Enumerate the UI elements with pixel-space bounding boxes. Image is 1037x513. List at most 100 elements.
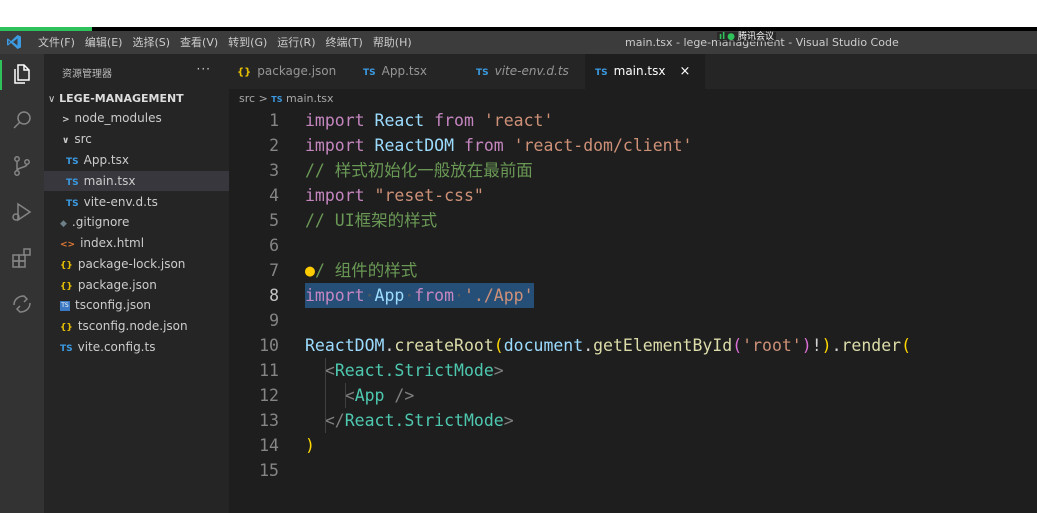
tab-vite-env[interactable]: TS vite-env.d.ts: [476, 54, 588, 89]
line-number: 9: [269, 311, 279, 330]
menu-terminal[interactable]: 终端(T): [326, 31, 363, 54]
screen-top-band: [0, 0, 1037, 27]
tree-item-label: vite.config.ts: [77, 340, 156, 354]
indent-guide: [345, 383, 346, 408]
tab-package-json[interactable]: {} package.json: [237, 54, 352, 89]
title-bar: 文件(F) 编辑(E) 选择(S) 查看(V) 转到(G) 运行(R) 终端(T…: [0, 31, 1037, 54]
line-number: 6: [269, 236, 279, 255]
tab-label: App.tsx: [381, 64, 427, 78]
code-line: // 样式初始化一般放在最前面: [305, 161, 533, 180]
remote-icon[interactable]: [10, 292, 34, 316]
indent-guide: [325, 358, 326, 433]
tree-item-label: package-lock.json: [77, 257, 186, 271]
html-file-icon: <>: [60, 240, 76, 250]
typescript-file-icon: TS: [271, 95, 283, 104]
tree-item-label: .gitignore: [71, 215, 130, 229]
menu-selection[interactable]: 选择(S): [132, 31, 170, 54]
tree-item-gitignore[interactable]: ◆ .gitignore: [44, 212, 229, 232]
tree-item-label: src: [74, 132, 92, 146]
json-file-icon: {}: [60, 323, 73, 333]
editor-area: {} package.json TS App.tsx TS vite-env.d.ts…: [229, 54, 1037, 513]
source-control-icon[interactable]: [10, 154, 34, 178]
tree-item-index-html[interactable]: <> index.html: [44, 233, 229, 253]
tab-app-tsx[interactable]: TS App.tsx: [363, 54, 473, 89]
explorer-icon[interactable]: [10, 62, 34, 86]
tree-item-tsconfig[interactable]: TS tsconfig.json: [44, 295, 229, 315]
typescript-file-icon: TS: [66, 157, 79, 167]
breadcrumb-file[interactable]: main.tsx: [286, 92, 334, 105]
git-file-icon: ◆: [60, 219, 67, 229]
status-dot-icon: ●: [727, 32, 736, 42]
tree-item-label: main.tsx: [83, 174, 136, 188]
tree-item-package-lock[interactable]: {} package-lock.json: [44, 254, 229, 274]
tree-item-label: tsconfig.json: [75, 298, 152, 312]
code-line: <React.StrictMode>: [324, 361, 504, 380]
typescript-file-icon: TS: [66, 178, 79, 188]
extensions-icon[interactable]: [10, 246, 34, 270]
active-view-indicator: [0, 60, 2, 90]
code-line: ReactDOM.createRoot(document.getElementB…: [305, 336, 912, 355]
tree-item-app-tsx[interactable]: TS App.tsx: [44, 150, 229, 170]
code-line: ): [305, 436, 315, 455]
meeting-label: 腾讯会议: [738, 32, 775, 42]
typescript-file-icon: TS: [66, 199, 79, 209]
json-file-icon: {}: [237, 67, 252, 78]
code-line: <App />: [344, 386, 415, 405]
tree-item-label: App.tsx: [83, 153, 129, 167]
run-debug-icon[interactable]: [10, 200, 34, 224]
menu-file[interactable]: 文件(F): [38, 31, 75, 54]
tree-item-main-tsx[interactable]: TS main.tsx: [44, 171, 229, 191]
code-line: import "reset-css": [305, 186, 484, 205]
tab-label: main.tsx: [613, 64, 666, 78]
project-root-label: LEGE-MANAGEMENT: [59, 92, 184, 105]
signal-icon: ıl: [719, 32, 726, 42]
lightbulb-icon[interactable]: ●: [305, 261, 315, 280]
json-file-icon: {}: [60, 282, 73, 292]
line-number: 15: [259, 461, 279, 480]
menu-help[interactable]: 帮助(H): [373, 31, 412, 54]
tree-item-label: vite-env.d.ts: [83, 195, 158, 209]
code-line: import React from 'react': [305, 111, 554, 130]
tree-item-label: node_modules: [74, 111, 162, 125]
tree-item-package-json[interactable]: {} package.json: [44, 275, 229, 295]
code-line: // UI框架的样式: [305, 211, 438, 230]
tree-item-vite-env[interactable]: TS vite-env.d.ts: [44, 192, 229, 212]
search-icon[interactable]: [10, 108, 34, 132]
chevron-down-icon: ∨: [62, 136, 70, 146]
tree-item-vite-config[interactable]: TS vite.config.ts: [44, 337, 229, 357]
tree-item-label: tsconfig.node.json: [77, 319, 188, 333]
tab-label: vite-env.d.ts: [494, 64, 569, 78]
explorer-sidebar: 资源管理器 ··· ∨ LEGE-MANAGEMENT > node_module…: [44, 54, 229, 513]
tab-label: package.json: [257, 64, 337, 78]
breadcrumb-separator: >: [258, 92, 268, 105]
chevron-right-icon: >: [62, 115, 70, 125]
vscode-logo-icon: [6, 34, 24, 51]
typescript-file-icon: TS: [595, 68, 608, 78]
tab-bar: {} package.json TS App.tsx TS vite-env.d.ts…: [229, 54, 1037, 89]
tsconfig-file-icon: TS: [60, 300, 70, 311]
menu-bar: 文件(F) 编辑(E) 选择(S) 查看(V) 转到(G) 运行(R) 终端(T…: [38, 31, 422, 54]
menu-edit[interactable]: 编辑(E): [85, 31, 123, 54]
menu-go[interactable]: 转到(G): [228, 31, 267, 54]
typescript-file-icon: TS: [363, 68, 376, 78]
tree-item-node-modules[interactable]: > node_modules: [44, 108, 229, 128]
code-line: </React.StrictMode>: [324, 411, 514, 430]
more-actions-button[interactable]: ···: [197, 62, 211, 76]
tree-item-tsconfig-node[interactable]: {} tsconfig.node.json: [44, 316, 229, 336]
tree-item-src[interactable]: ∨ src: [44, 129, 229, 149]
typescript-file-icon: TS: [60, 344, 73, 354]
explorer-header: 资源管理器: [62, 69, 112, 80]
tab-main-tsx[interactable]: TS main.tsx ×: [585, 54, 705, 89]
chevron-down-icon: ∨: [48, 94, 56, 105]
menu-run[interactable]: 运行(R): [277, 31, 315, 54]
meeting-overlay[interactable]: ıl ● 腾讯会议: [717, 32, 777, 42]
menu-view[interactable]: 查看(V): [180, 31, 218, 54]
tree-item-label: package.json: [77, 278, 157, 292]
json-file-icon: {}: [60, 261, 73, 271]
project-root[interactable]: ∨ LEGE-MANAGEMENT: [44, 88, 229, 108]
code-line-selected: import·App·from·'./App': [229, 283, 1037, 308]
breadcrumb-folder[interactable]: src: [239, 92, 255, 105]
activity-bar: [0, 54, 44, 513]
code-line: import ReactDOM from 'react-dom/client': [305, 136, 693, 155]
close-icon[interactable]: ×: [679, 64, 690, 79]
